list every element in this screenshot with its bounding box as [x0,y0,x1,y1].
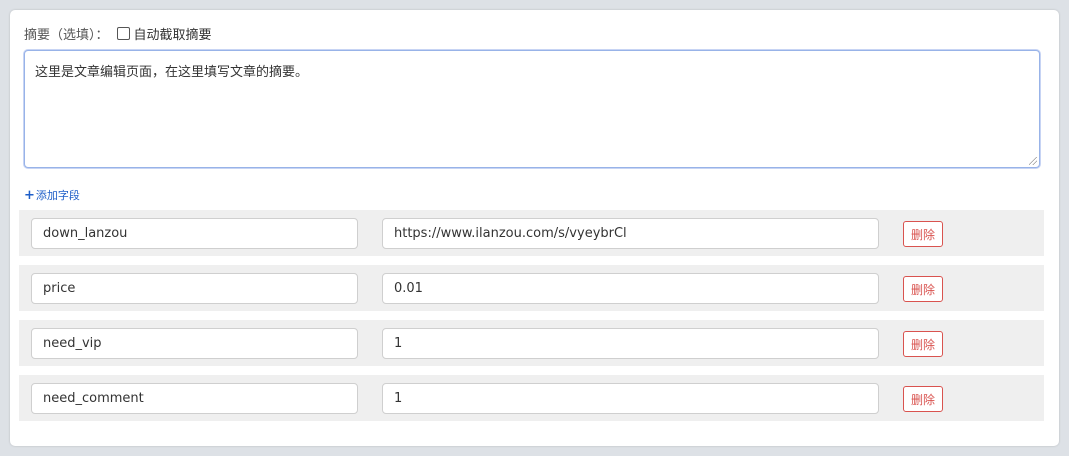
custom-field-row: need_comment 1 删除 [19,375,1044,421]
field-key-input[interactable]: need_vip [31,328,358,359]
excerpt-label: 摘要（选填）： [24,27,109,43]
post-meta-panel: 摘要（选填）： 自动截取摘要 这里是文章编辑页面，在这里填写文章的摘要。 + 添… [10,10,1059,446]
plus-icon: + [24,187,35,203]
resize-handle-icon[interactable] [1029,157,1037,165]
auto-excerpt-toggle[interactable]: 自动截取摘要 [116,24,212,43]
excerpt-textarea[interactable]: 这里是文章编辑页面，在这里填写文章的摘要。 [24,50,1040,168]
delete-field-button[interactable]: 删除 [903,331,943,357]
field-key-input[interactable]: down_lanzou [31,218,358,249]
field-value-input[interactable]: 1 [382,383,879,414]
field-key-input[interactable]: price [31,273,358,304]
field-value-input[interactable]: https://www.ilanzou.com/s/vyeybrCl [382,218,879,249]
field-key-input[interactable]: need_comment [31,383,358,414]
custom-field-row: need_vip 1 删除 [19,320,1044,366]
excerpt-text: 这里是文章编辑页面，在这里填写文章的摘要。 [35,65,309,80]
field-value-input[interactable]: 0.01 [382,273,879,304]
add-field-label: 添加字段 [35,189,80,202]
add-field-button[interactable]: + 添加字段 [24,187,80,203]
excerpt-header: 摘要（选填）： 自动截取摘要 [24,24,212,43]
field-value-input[interactable]: 1 [382,328,879,359]
auto-excerpt-checkbox[interactable] [116,26,130,40]
delete-field-button[interactable]: 删除 [903,221,943,247]
delete-field-button[interactable]: 删除 [903,276,943,302]
custom-field-row: down_lanzou https://www.ilanzou.com/s/vy… [19,210,1044,256]
custom-field-row: price 0.01 删除 [19,265,1044,311]
delete-field-button[interactable]: 删除 [903,386,943,412]
auto-excerpt-label: 自动截取摘要 [133,27,212,43]
custom-fields-list: down_lanzou https://www.ilanzou.com/s/vy… [19,210,1044,430]
